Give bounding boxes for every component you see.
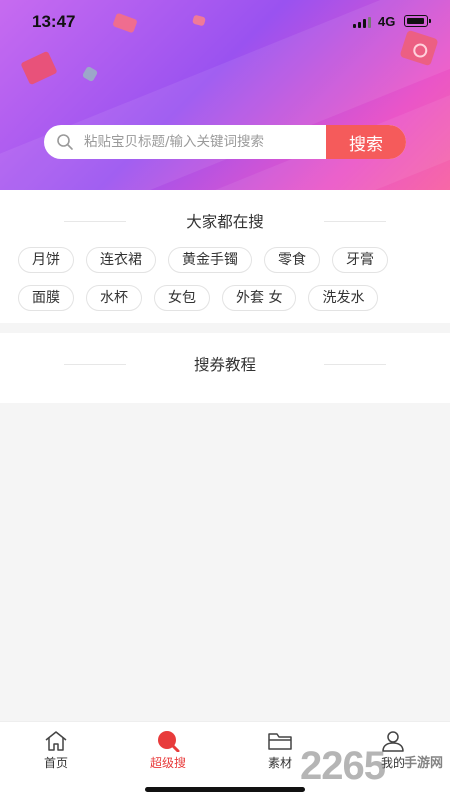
home-icon <box>45 731 67 751</box>
hot-tag[interactable]: 女包 <box>154 285 210 311</box>
status-bar: 13:47 4G <box>0 0 450 44</box>
hot-tag[interactable]: 黄金手镯 <box>168 247 252 273</box>
section-title: 大家都在搜 <box>0 210 450 232</box>
red-envelope-icon <box>20 50 58 86</box>
tab-label: 超级搜 <box>149 756 186 770</box>
signal-icon <box>353 17 371 28</box>
tab-label: 首页 <box>43 756 68 770</box>
search-icon <box>57 134 73 150</box>
search-bar: 搜索 <box>44 125 406 159</box>
network-type: 4G <box>378 14 396 29</box>
hot-tag[interactable]: 面膜 <box>18 285 74 311</box>
hot-tag[interactable]: 水杯 <box>86 285 142 311</box>
hot-tag[interactable]: 月饼 <box>18 247 74 273</box>
search-button[interactable]: 搜索 <box>326 125 406 159</box>
watermark-logo: 2265 手游网 <box>300 744 450 792</box>
tag-row: 月饼 连衣裙 黄金手镯 零食 牙膏 <box>18 247 438 273</box>
tutorial-section[interactable]: 搜券教程 <box>0 333 450 403</box>
tab-super-search[interactable]: 超级搜 <box>133 730 203 771</box>
home-indicator <box>145 787 305 792</box>
hot-tag[interactable]: 牙膏 <box>332 247 388 273</box>
coin-icon <box>81 65 99 83</box>
section-title: 搜券教程 <box>0 353 450 375</box>
hot-tag[interactable]: 外套 女 <box>222 285 297 311</box>
hot-searches-section: 大家都在搜 月饼 连衣裙 黄金手镯 零食 牙膏 面膜 水杯 女包 外套 女 洗发… <box>0 190 450 323</box>
search-icon <box>158 731 180 752</box>
watermark-text: 手游网 <box>404 756 444 771</box>
search-input[interactable] <box>44 125 326 159</box>
folder-icon <box>268 733 292 750</box>
search-input-wrap <box>44 125 326 159</box>
hot-tag[interactable]: 洗发水 <box>308 285 379 311</box>
hot-tags: 月饼 连衣裙 黄金手镯 零食 牙膏 面膜 水杯 女包 外套 女 洗发水 <box>18 247 438 323</box>
tab-home[interactable]: 首页 <box>21 730 91 771</box>
status-time: 13:47 <box>32 12 76 31</box>
hot-tag[interactable]: 连衣裙 <box>86 247 156 273</box>
hot-tag[interactable]: 零食 <box>264 247 320 273</box>
tag-row: 面膜 水杯 女包 外套 女 洗发水 <box>18 285 438 311</box>
battery-icon <box>404 15 431 27</box>
watermark-number: 2265 <box>300 744 386 788</box>
